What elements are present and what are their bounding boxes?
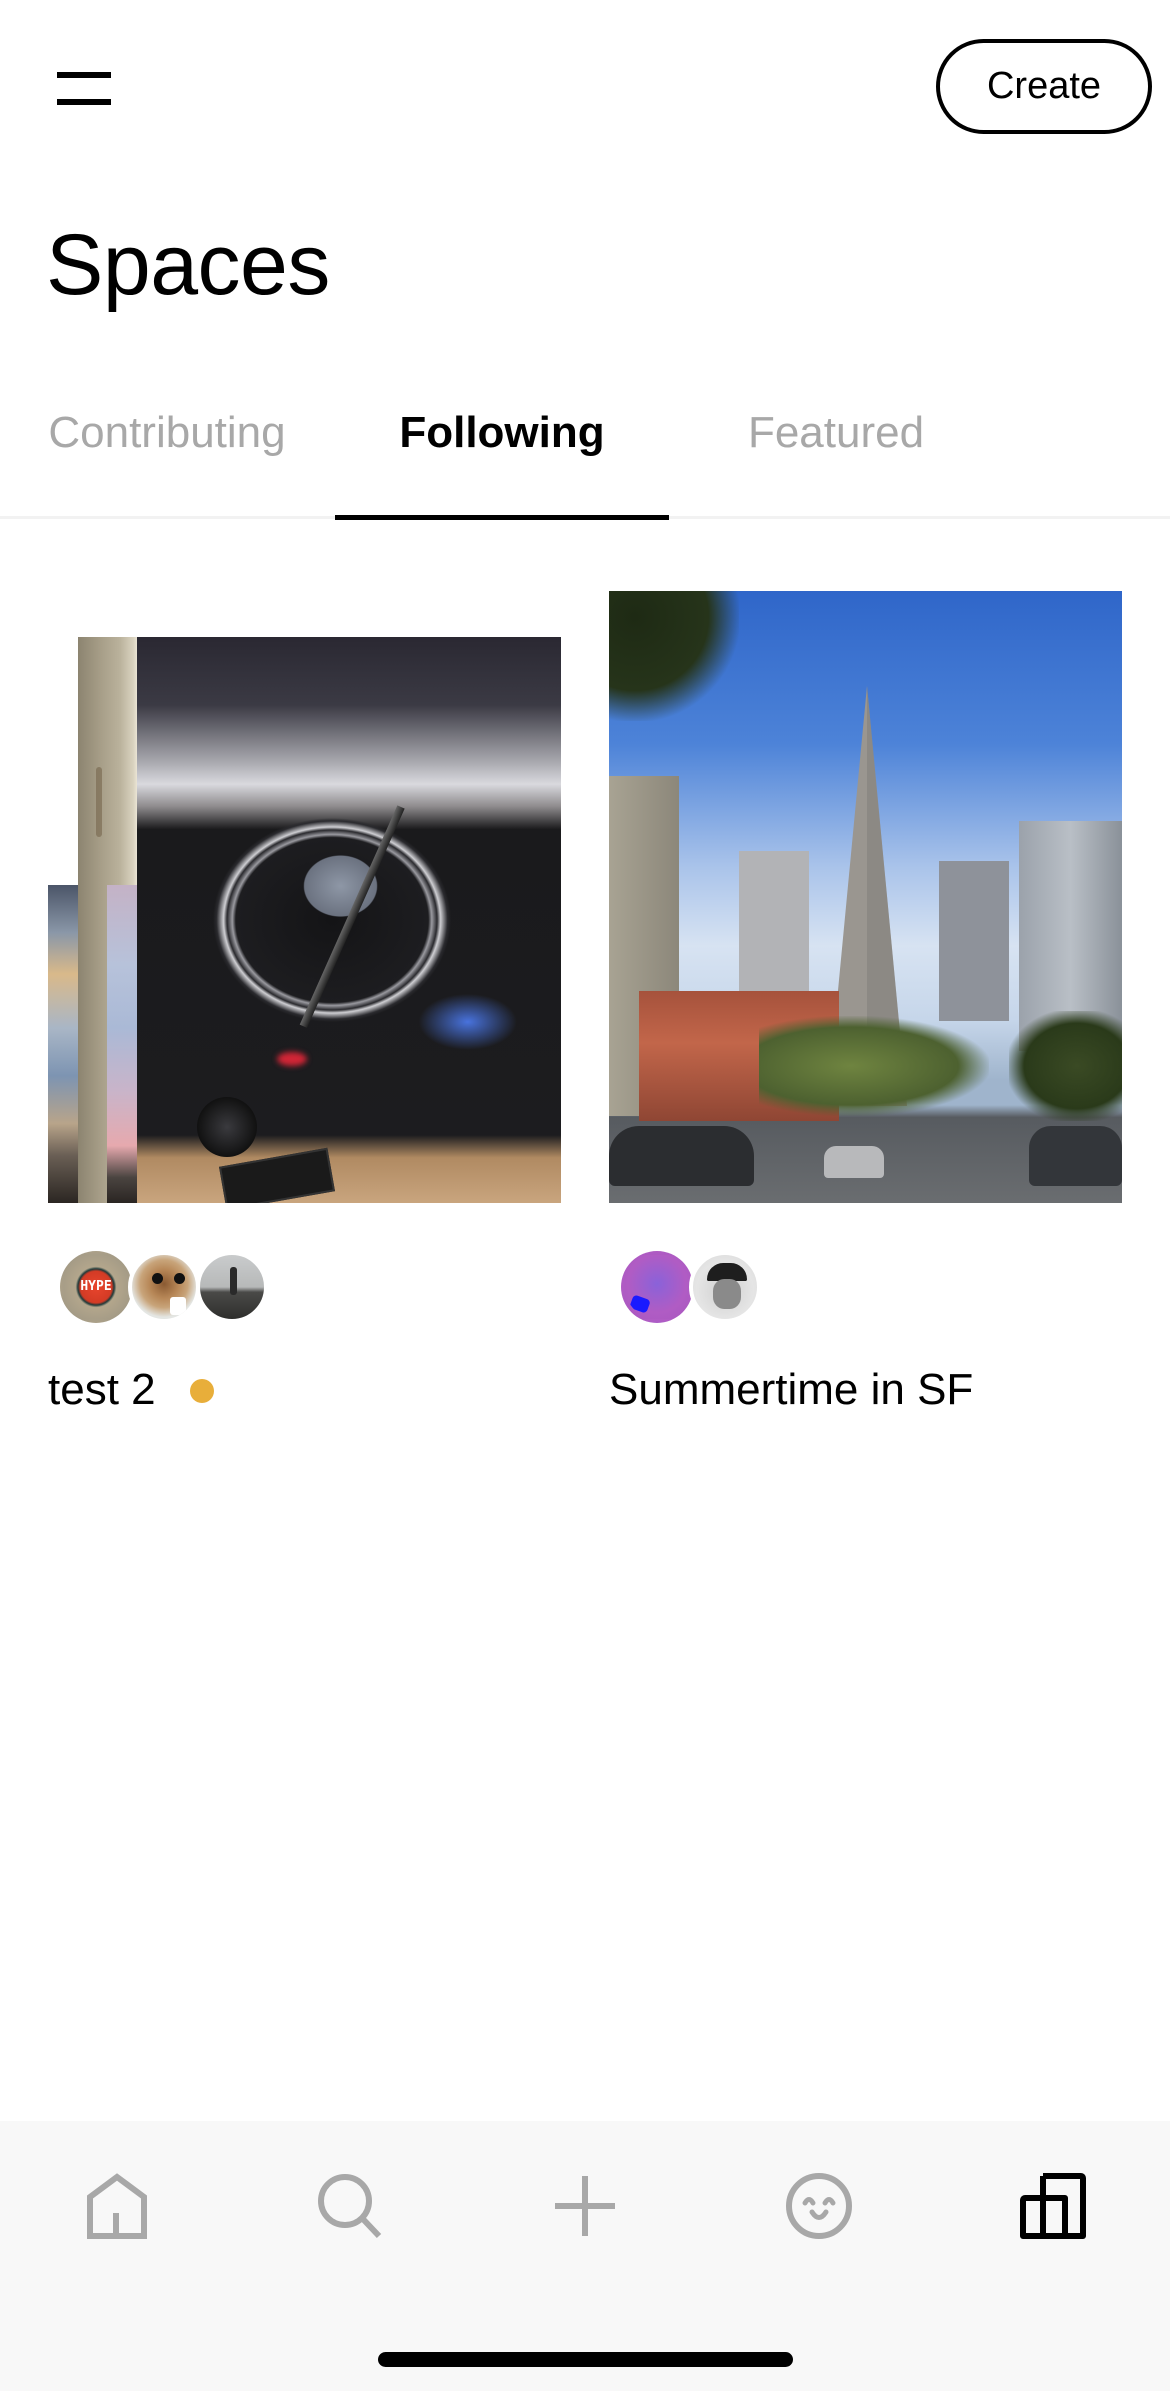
tonearm: [299, 805, 405, 1028]
nav-spaces[interactable]: [998, 2161, 1108, 2251]
contributor-avatars: [621, 1251, 761, 1323]
tab-following[interactable]: Following: [335, 400, 669, 516]
building: [939, 861, 1009, 1021]
space-title[interactable]: Summertime in SF: [609, 1364, 973, 1416]
power-knob: [197, 1097, 257, 1157]
page-title: Spaces: [46, 217, 330, 313]
avatar[interactable]: [689, 1251, 761, 1323]
nav-home[interactable]: [62, 2161, 172, 2251]
tab-bar: Contributing Following Featured: [0, 400, 1170, 520]
nav-add[interactable]: [530, 2161, 640, 2251]
avatar[interactable]: [128, 1251, 200, 1323]
tree-branch: [609, 591, 739, 721]
nav-activity[interactable]: [764, 2161, 874, 2251]
avatar[interactable]: [621, 1251, 693, 1323]
home-icon: [87, 2173, 147, 2239]
spaces-icon: [1020, 2173, 1086, 2239]
building: [739, 851, 809, 991]
menu-button[interactable]: [44, 58, 124, 118]
unread-dot: [190, 1379, 214, 1403]
hype-label: HYPE: [80, 1279, 112, 1294]
avatar[interactable]: HYPE: [60, 1251, 132, 1323]
smiley-icon: [786, 2173, 852, 2239]
bottom-navigation: [0, 2121, 1170, 2391]
car: [609, 1126, 754, 1186]
search-icon: [318, 2174, 382, 2239]
plus-icon: [555, 2176, 615, 2236]
cover-photo-sf[interactable]: [609, 591, 1122, 1203]
tab-contributing[interactable]: Contributing: [0, 400, 334, 516]
cover-photo-sunset: [107, 885, 138, 1203]
strobe-light: [277, 1052, 307, 1066]
cover-photo-turntable[interactable]: [137, 637, 561, 1203]
active-tab-indicator: [335, 515, 669, 520]
tab-featured[interactable]: Featured: [669, 400, 1003, 516]
hamburger-menu-icon-bar: [57, 99, 111, 105]
avatar[interactable]: [196, 1251, 268, 1323]
car: [824, 1146, 884, 1178]
car: [1029, 1126, 1122, 1186]
space-title[interactable]: test 2: [48, 1364, 156, 1416]
create-button[interactable]: Create: [936, 39, 1152, 134]
trees: [1009, 1011, 1122, 1121]
start-stop-button: [219, 1147, 335, 1203]
contributor-avatars: HYPE: [60, 1251, 268, 1323]
nav-search[interactable]: [295, 2161, 405, 2251]
hamburger-menu-icon: [57, 72, 111, 78]
trees: [759, 1016, 989, 1116]
home-indicator[interactable]: [378, 2352, 793, 2367]
